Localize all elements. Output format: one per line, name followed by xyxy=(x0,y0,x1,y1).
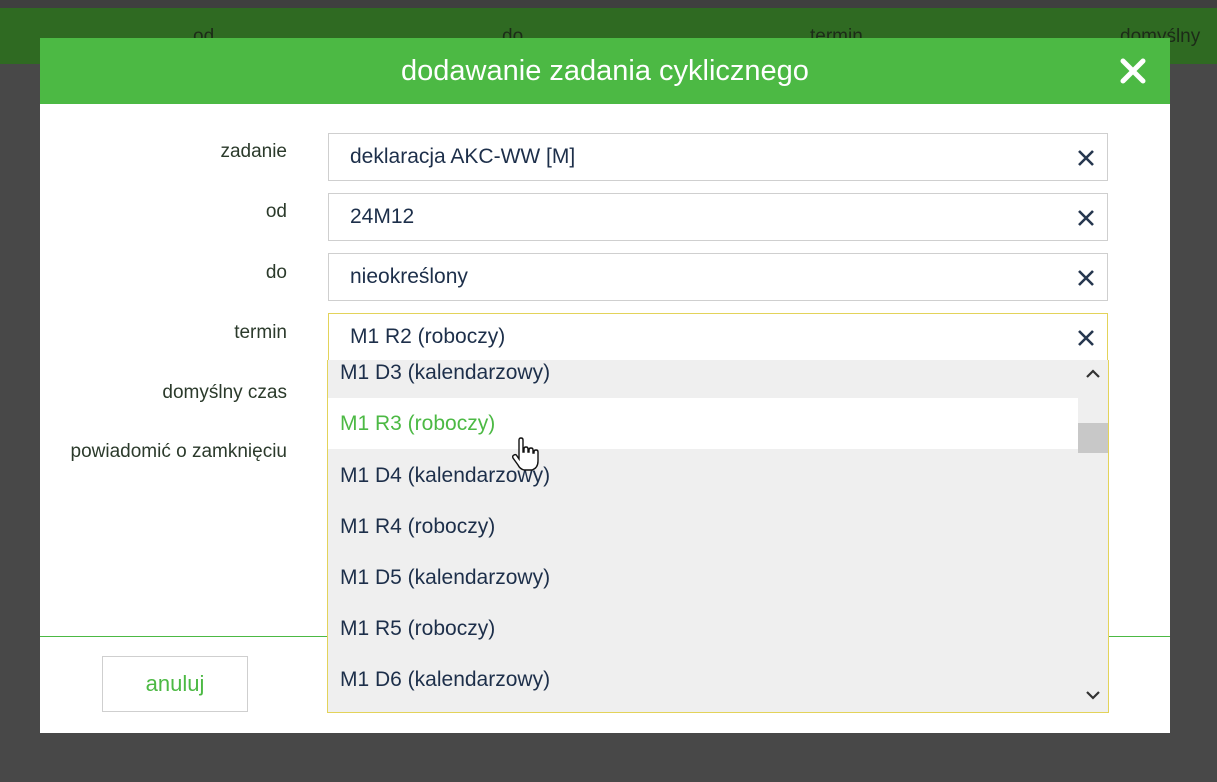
od-value: 24M12 xyxy=(350,205,415,228)
top-strip xyxy=(0,0,1217,8)
dropdown-option[interactable]: M1 D3 (kalendarzowy) xyxy=(328,360,1078,398)
dropdown-option[interactable]: M1 D6 (kalendarzowy) xyxy=(328,654,1078,705)
zadanie-value: deklaracja AKC-WW [M] xyxy=(350,145,576,168)
label-default-time: domyślny czas xyxy=(162,382,287,403)
clear-zadanie-icon[interactable] xyxy=(1077,149,1095,167)
dropdown-option[interactable]: M1 R4 (roboczy) xyxy=(328,501,1078,552)
do-value: nieokreślony xyxy=(350,265,468,288)
termin-select[interactable]: M1 R2 (roboczy) xyxy=(328,313,1108,361)
dialog-title: dodawanie zadania cyklicznego xyxy=(401,55,809,87)
do-select[interactable]: nieokreślony xyxy=(328,253,1108,301)
label-do: do xyxy=(265,262,287,283)
label-od: od xyxy=(265,201,287,222)
cancel-button[interactable]: anuluj xyxy=(102,656,248,712)
label-notify-on-close: powiadomić o zamknięciu xyxy=(70,441,288,462)
chevron-down-icon[interactable] xyxy=(1085,687,1101,703)
label-zadanie: zadanie xyxy=(220,141,287,162)
dropdown-option-hovered[interactable]: M1 R3 (roboczy) xyxy=(328,398,1078,449)
hand-cursor-icon xyxy=(510,437,540,473)
dialog-header: dodawanie zadania cyklicznego xyxy=(40,38,1170,104)
dropdown-option[interactable]: M1 D5 (kalendarzowy) xyxy=(328,552,1078,603)
zadanie-select[interactable]: deklaracja AKC-WW [M] xyxy=(328,133,1108,181)
dropdown-scrollbar[interactable] xyxy=(1078,360,1108,712)
close-icon[interactable] xyxy=(1118,56,1148,86)
scrollbar-thumb[interactable] xyxy=(1078,423,1108,453)
label-termin: termin xyxy=(234,322,287,343)
dropdown-option[interactable]: M1 R5 (roboczy) xyxy=(328,603,1078,654)
clear-termin-icon[interactable] xyxy=(1077,329,1095,347)
clear-od-icon[interactable] xyxy=(1077,209,1095,227)
termin-dropdown-list: M1 D3 (kalendarzowy) M1 R3 (roboczy) M1 … xyxy=(327,360,1109,713)
od-select[interactable]: 24M12 xyxy=(328,193,1108,241)
dropdown-option[interactable]: M1 D4 (kalendarzowy) xyxy=(328,450,1078,501)
termin-value: M1 R2 (roboczy) xyxy=(350,325,506,348)
clear-do-icon[interactable] xyxy=(1077,269,1095,287)
add-cyclic-task-dialog: dodawanie zadania cyklicznego zadanie od… xyxy=(40,38,1170,733)
chevron-up-icon[interactable] xyxy=(1085,366,1101,382)
